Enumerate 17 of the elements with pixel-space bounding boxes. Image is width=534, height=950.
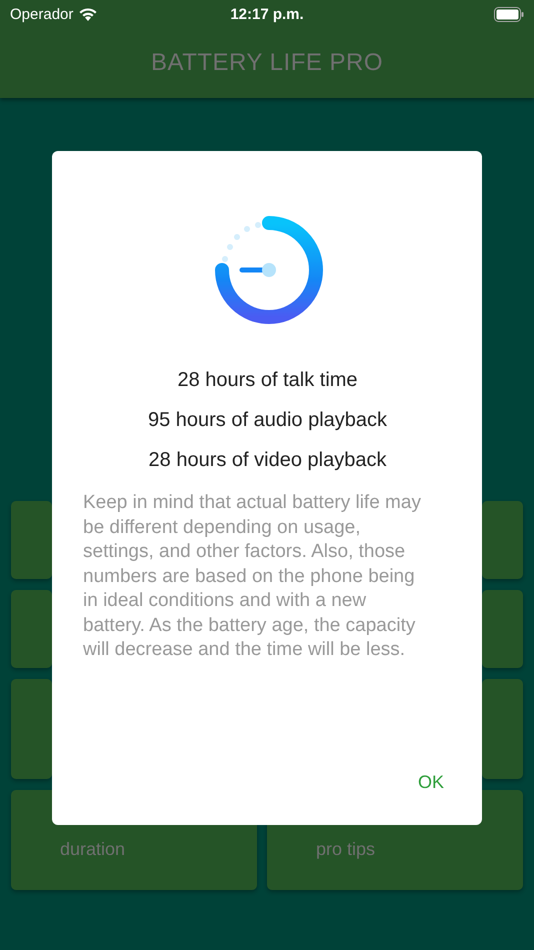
menu-tile[interactable] bbox=[11, 590, 52, 668]
wifi-icon bbox=[78, 6, 98, 22]
menu-tile[interactable] bbox=[11, 679, 52, 779]
carrier-name: Operador bbox=[10, 6, 74, 22]
menu-tile[interactable] bbox=[482, 501, 523, 579]
usage-line: 28 hours of video playback bbox=[148, 448, 386, 473]
usage-line: 28 hours of talk time bbox=[177, 368, 358, 393]
usage-line: 95 hours of audio playback bbox=[148, 408, 388, 433]
battery-icon bbox=[494, 6, 524, 22]
app-title: BATTERY LIFE PRO bbox=[150, 48, 384, 77]
timer-icon bbox=[214, 215, 324, 327]
menu-tile[interactable] bbox=[482, 679, 523, 779]
clock-time: 12:17 p.m. bbox=[230, 6, 304, 22]
ok-button[interactable]: OK bbox=[418, 772, 444, 793]
disclaimer-text: Keep in mind that actual battery life may be different depending on usage, settings, and other factors. Also, those numbers are based on the phone being in ideal conditions and with a new battery. As the battery age, the capacity will decrease and the time will be less. bbox=[83, 491, 422, 662]
menu-tile[interactable] bbox=[482, 590, 523, 668]
menu-tile[interactable] bbox=[11, 501, 52, 579]
